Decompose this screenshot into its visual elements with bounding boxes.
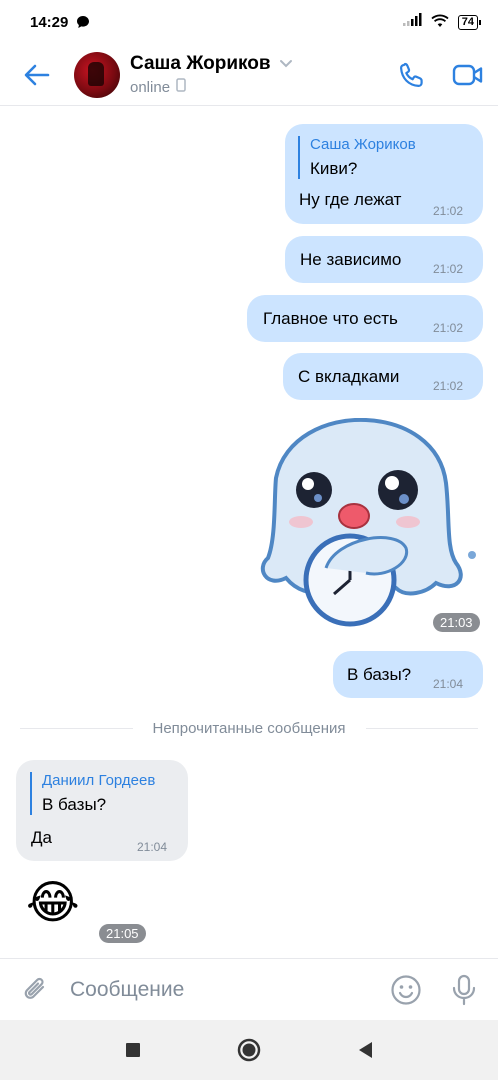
outgoing-message[interactable]: Не зависимо 21:02 [285,236,483,283]
message-time: 21:04 [137,840,168,854]
message-composer [0,958,498,1020]
chat-header: Саша Жориков online [0,44,498,106]
wifi-icon [430,13,450,32]
contact-name: Саша Жориков [130,52,271,74]
outgoing-message[interactable]: Саша Жориков Киви? Ну где лежат 21:02 [285,124,483,224]
reply-author: Даниил Гордеев [42,772,156,789]
back-arrow-icon[interactable] [22,60,52,90]
unread-divider: Непрочитанные сообщения [0,718,498,738]
message-time: 21:02 [433,204,464,218]
message-text: Да [31,828,52,847]
message-text: Не зависимо [300,250,402,269]
incoming-message[interactable]: Даниил Гордеев В базы? Да 21:04 [16,760,188,861]
message-time: 21:02 [433,262,464,276]
reply-author: Саша Жориков [310,136,416,153]
recent-apps-icon[interactable] [119,1036,147,1064]
status-time: 14:29 [30,13,69,31]
paperclip-icon[interactable] [20,974,52,1006]
home-icon[interactable] [235,1036,263,1064]
sticker-time: 21:03 [433,613,480,632]
outgoing-message[interactable]: Главное что есть 21:02 [247,295,483,342]
laughing-emoji[interactable]: 😂 [26,874,80,930]
contact-title[interactable]: Саша Жориков online [130,53,293,97]
message-text: Главное что есть [263,309,398,328]
reply-text: В базы? [42,795,107,814]
battery-icon: 74 [457,14,482,30]
contact-status: online [130,78,171,96]
outgoing-message[interactable]: С вкладками 21:02 [283,353,483,400]
message-text: В базы? [347,665,412,684]
reply-text: Киви? [310,159,358,178]
status-bar: 14:29 74 [0,0,498,44]
video-call-icon[interactable] [452,59,484,91]
message-input[interactable] [70,977,360,1002]
reply-quote[interactable]: Саша Жориков Киви? [298,136,416,179]
message-time: 21:04 [433,677,464,691]
ghost-with-clock-sticker[interactable] [256,417,482,630]
back-icon[interactable] [351,1036,379,1064]
emoji-time: 21:05 [99,924,146,943]
avatar[interactable] [74,51,120,98]
outgoing-message[interactable]: В базы? 21:04 [333,651,483,698]
chevron-down-icon [279,55,293,73]
message-time: 21:02 [433,321,464,335]
system-navigation-bar [0,1020,498,1080]
phone-call-icon[interactable] [396,59,428,91]
chat-notification-icon [76,15,90,29]
mobile-phone-icon [176,77,186,97]
message-text: С вкладками [298,367,400,386]
reply-quote[interactable]: Даниил Гордеев В базы? [30,772,155,815]
message-text: Ну где лежат [299,190,402,209]
unread-divider-label: Непрочитанные сообщения [152,719,346,737]
message-time: 21:02 [433,379,464,393]
signal-icon [402,13,422,31]
smile-icon[interactable] [388,972,424,1008]
microphone-icon[interactable] [446,972,482,1008]
